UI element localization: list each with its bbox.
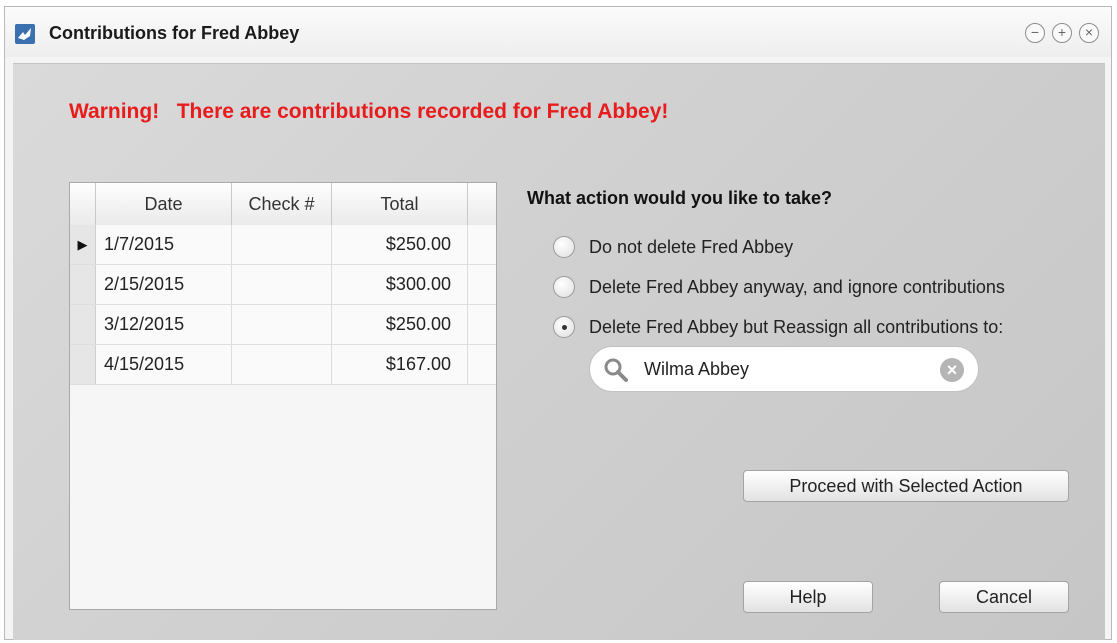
option-label[interactable]: Delete Fred Abbey anyway, and ignore con… [589, 277, 1005, 298]
option-label[interactable]: Do not delete Fred Abbey [589, 237, 793, 258]
column-header-total[interactable]: Total [332, 183, 468, 225]
clear-icon[interactable]: × [940, 358, 964, 382]
table-header: Date Check # Total [70, 183, 496, 226]
table-row[interactable]: 2/15/2015 $300.00 [70, 265, 496, 305]
app-logo-icon [15, 24, 35, 44]
table-row[interactable]: ▶ 1/7/2015 $250.00 [70, 225, 496, 265]
action-question: What action would you like to take? [527, 188, 833, 208]
cell-date[interactable]: 3/12/2015 [96, 305, 232, 344]
cell-date[interactable]: 2/15/2015 [96, 265, 232, 304]
reassign-search-field[interactable]: Wilma Abbey × [589, 346, 979, 392]
cell-total[interactable]: $300.00 [332, 265, 468, 304]
cancel-button[interactable]: Cancel [939, 581, 1069, 613]
contributions-table[interactable]: Date Check # Total ▶ 1/7/2015 $250.00 2/… [69, 182, 497, 610]
column-header-check[interactable]: Check # [232, 183, 332, 225]
radio-button[interactable] [553, 276, 575, 298]
table-row[interactable]: 4/15/2015 $167.00 [70, 345, 496, 385]
cell-total[interactable]: $167.00 [332, 345, 468, 384]
cell-total[interactable]: $250.00 [332, 225, 468, 264]
cell-check[interactable] [232, 265, 332, 304]
radio-button[interactable] [553, 236, 575, 258]
warning-text: There are contributions recorded for Fre… [176, 100, 669, 123]
row-header [70, 265, 96, 304]
warning-message: Warning! There are contributions recorde… [69, 100, 668, 124]
column-header-date[interactable]: Date [96, 183, 232, 225]
row-header [70, 345, 96, 384]
table-row[interactable]: 3/12/2015 $250.00 [70, 305, 496, 345]
maximize-icon[interactable]: + [1052, 23, 1072, 43]
radio-dot-icon [562, 325, 567, 330]
row-header-corner [70, 183, 96, 225]
close-icon[interactable]: × [1079, 23, 1099, 43]
help-button[interactable]: Help [743, 581, 873, 613]
cell-date[interactable]: 1/7/2015 [96, 225, 232, 264]
cell-date[interactable]: 4/15/2015 [96, 345, 232, 384]
dialog-window: Contributions for Fred Abbey − + × Warni… [4, 6, 1112, 640]
dialog-content: Warning! There are contributions recorde… [13, 63, 1105, 640]
cell-total[interactable]: $250.00 [332, 305, 468, 344]
current-row-arrow-icon: ▶ [70, 225, 96, 264]
proceed-button[interactable]: Proceed with Selected Action [743, 470, 1069, 502]
warning-prefix: Warning! [69, 100, 160, 123]
option-label[interactable]: Delete Fred Abbey but Reassign all contr… [589, 317, 1003, 338]
minimize-icon[interactable]: − [1025, 23, 1045, 43]
window-title: Contributions for Fred Abbey [49, 23, 300, 43]
cell-check[interactable] [232, 305, 332, 344]
title-bar[interactable]: Contributions for Fred Abbey − + × [5, 7, 1111, 57]
radio-button-selected[interactable] [553, 316, 575, 338]
cell-check[interactable] [232, 225, 332, 264]
search-icon [604, 358, 628, 382]
reassign-search-input[interactable]: Wilma Abbey [644, 359, 749, 380]
row-header [70, 305, 96, 344]
cell-check[interactable] [232, 345, 332, 384]
